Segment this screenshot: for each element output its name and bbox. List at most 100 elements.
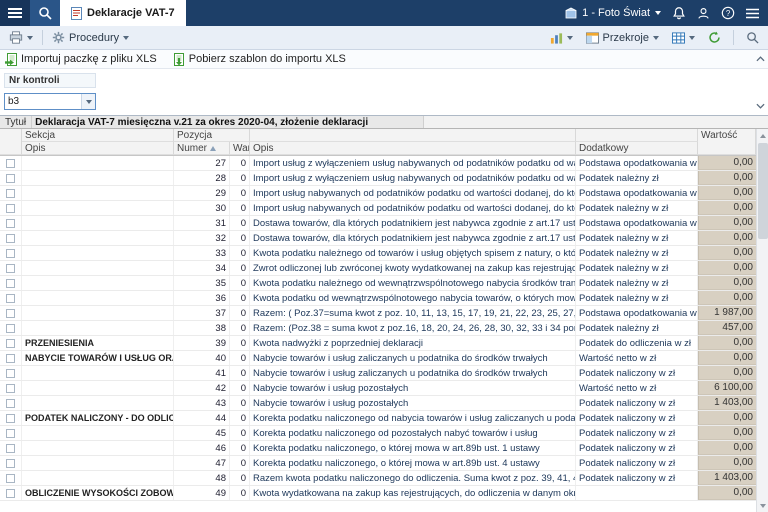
table-row[interactable]: 380Razem: (Poz.38 = suma kwot z poz.16, …	[0, 321, 756, 336]
user-button[interactable]	[697, 7, 710, 20]
table-row[interactable]: 330Kwota podatku należnego od towarów i …	[0, 246, 756, 261]
row-checkbox-cell[interactable]	[0, 321, 22, 335]
row-checkbox-cell[interactable]	[0, 411, 22, 425]
checkbox-icon[interactable]	[6, 174, 15, 183]
row-checkbox-cell[interactable]	[0, 291, 22, 305]
header-sekcja-opis[interactable]: Opis	[22, 142, 174, 155]
checkbox-icon[interactable]	[6, 459, 15, 468]
header-wariant[interactable]: Wariant	[230, 142, 250, 155]
checkbox-icon[interactable]	[6, 159, 15, 168]
notifications-button[interactable]	[672, 6, 686, 20]
find-button[interactable]	[741, 29, 764, 46]
table-row[interactable]: 320Dostawa towarów, dla których podatnik…	[0, 231, 756, 246]
table-row[interactable]: 350Kwota podatku należnego od wewnątrzws…	[0, 276, 756, 291]
table-row[interactable]: 280Import usług z wyłączeniem usług naby…	[0, 171, 756, 186]
row-checkbox-cell[interactable]	[0, 156, 22, 170]
row-checkbox-cell[interactable]	[0, 486, 22, 500]
import-xls-link[interactable]: Importuj paczkę z pliku XLS	[5, 53, 157, 66]
checkbox-icon[interactable]	[6, 339, 15, 348]
table-row[interactable]: 460Korekta podatku naliczonego, o której…	[0, 441, 756, 456]
filter-dropdown-button[interactable]	[81, 94, 95, 109]
global-search-button[interactable]	[30, 0, 60, 26]
table-row[interactable]: 300Import usług nabywanych od podatników…	[0, 201, 756, 216]
panel-collapse-button[interactable]	[754, 99, 767, 112]
checkbox-icon[interactable]	[6, 489, 15, 498]
table-row[interactable]: 430Nabycie towarów i usług pozostałychPo…	[0, 396, 756, 411]
table-row[interactable]: OBLICZENIE WYSOKOŚCI ZOBOWIĄZ490Kwota wy…	[0, 486, 756, 501]
header-sekcja[interactable]: Sekcja	[22, 129, 174, 142]
checkbox-icon[interactable]	[6, 264, 15, 273]
checkbox-icon[interactable]	[6, 474, 15, 483]
tab-deklaracje-vat7[interactable]: Deklaracje VAT-7	[60, 0, 186, 26]
help-button[interactable]: ?	[721, 6, 735, 20]
checkbox-icon[interactable]	[6, 354, 15, 363]
table-row[interactable]: 420Nabycie towarów i usług pozostałychWa…	[0, 381, 756, 396]
table-row[interactable]: PODATEK NALICZONY - DO ODLICZE440Korekta…	[0, 411, 756, 426]
header-numer[interactable]: Numer	[174, 142, 230, 155]
row-checkbox-cell[interactable]	[0, 231, 22, 245]
row-checkbox-cell[interactable]	[0, 261, 22, 275]
table-row[interactable]: 410Nabycie towarów i usług zaliczanych u…	[0, 366, 756, 381]
window-menu-button[interactable]	[746, 8, 759, 19]
chart-button[interactable]	[545, 30, 578, 46]
grid-layout-button[interactable]	[667, 30, 700, 46]
checkbox-icon[interactable]	[6, 249, 15, 258]
row-checkbox-cell[interactable]	[0, 171, 22, 185]
checkbox-icon[interactable]	[6, 369, 15, 378]
row-checkbox-cell[interactable]	[0, 456, 22, 470]
company-selector[interactable]: 1 - Foto Świat	[565, 7, 661, 19]
checkbox-icon[interactable]	[6, 294, 15, 303]
scroll-up-button[interactable]	[757, 129, 768, 142]
scrollbar-thumb[interactable]	[758, 143, 768, 239]
table-row[interactable]: 470Korekta podatku naliczonego, o której…	[0, 456, 756, 471]
table-row[interactable]: NABYCIE TOWARÓW I USŁUG ORAZ I400Nabycie…	[0, 351, 756, 366]
checkbox-icon[interactable]	[6, 384, 15, 393]
row-checkbox-cell[interactable]	[0, 201, 22, 215]
header-dodatkowy[interactable]: Dodatkowy	[576, 142, 698, 155]
row-checkbox-cell[interactable]	[0, 366, 22, 380]
row-checkbox-cell[interactable]	[0, 216, 22, 230]
filter-combobox[interactable]: b3	[4, 93, 96, 110]
header-pozycja[interactable]: Pozycja	[174, 129, 250, 142]
table-row[interactable]: 370Razem: ( Poz.37=suma kwot z poz. 10, …	[0, 306, 756, 321]
row-checkbox-cell[interactable]	[0, 246, 22, 260]
checkbox-icon[interactable]	[6, 324, 15, 333]
checkbox-icon[interactable]	[6, 219, 15, 228]
row-checkbox-cell[interactable]	[0, 441, 22, 455]
table-row[interactable]: 480Razem kwota podatku naliczonego do od…	[0, 471, 756, 486]
table-row[interactable]: 360Kwota podatku od wewnątrzwspólnotoweg…	[0, 291, 756, 306]
panel-scroll-up-button[interactable]	[754, 53, 767, 66]
table-row[interactable]: PRZENIESIENIA390Kwota nadwyżki z poprzed…	[0, 336, 756, 351]
scroll-down-button[interactable]	[757, 499, 768, 512]
header-wartosc[interactable]: Wartość	[698, 129, 756, 155]
table-row[interactable]: 450Korekta podatku naliczonego od pozost…	[0, 426, 756, 441]
row-checkbox-cell[interactable]	[0, 276, 22, 290]
row-checkbox-cell[interactable]	[0, 426, 22, 440]
checkbox-icon[interactable]	[6, 399, 15, 408]
vertical-scrollbar[interactable]	[756, 129, 768, 512]
table-row[interactable]: 310Dostawa towarów, dla których podatnik…	[0, 216, 756, 231]
table-row[interactable]: 290Import usług nabywanych od podatników…	[0, 186, 756, 201]
checkbox-icon[interactable]	[6, 279, 15, 288]
row-checkbox-cell[interactable]	[0, 186, 22, 200]
row-checkbox-cell[interactable]	[0, 336, 22, 350]
table-row[interactable]: 340Zwrot odliczonej lub zwróconej kwoty …	[0, 261, 756, 276]
header-opis[interactable]: Opis	[250, 142, 576, 155]
row-checkbox-cell[interactable]	[0, 306, 22, 320]
filter-column-header[interactable]: Nr kontroli	[4, 73, 96, 88]
download-template-link[interactable]: Pobierz szablon do importu XLS	[173, 53, 346, 66]
checkbox-icon[interactable]	[6, 444, 15, 453]
print-button[interactable]	[4, 29, 38, 46]
checkbox-icon[interactable]	[6, 414, 15, 423]
checkbox-icon[interactable]	[6, 204, 15, 213]
row-checkbox-cell[interactable]	[0, 471, 22, 485]
checkbox-icon[interactable]	[6, 234, 15, 243]
row-checkbox-cell[interactable]	[0, 381, 22, 395]
row-checkbox-cell[interactable]	[0, 396, 22, 410]
procedury-button[interactable]: Procedury	[47, 29, 134, 46]
checkbox-icon[interactable]	[6, 429, 15, 438]
row-checkbox-cell[interactable]	[0, 351, 22, 365]
refresh-button[interactable]	[703, 29, 726, 46]
checkbox-icon[interactable]	[6, 309, 15, 318]
table-row[interactable]: 270Import usług z wyłączeniem usług naby…	[0, 156, 756, 171]
